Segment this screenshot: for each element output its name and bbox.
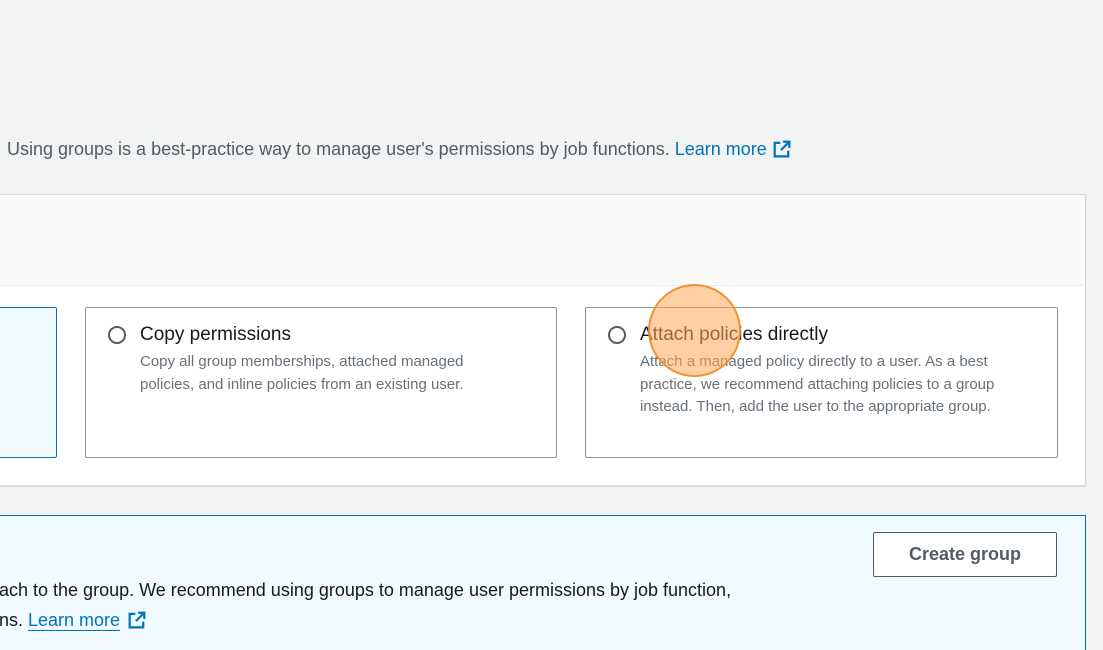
groups-learn-more-label: Learn more [28,610,121,630]
groups-learn-more-link[interactable]: Learn more [28,610,121,631]
permission-options-header [0,195,1085,286]
option-title-copy-permissions: Copy permissions [140,324,291,345]
option-tile-copy-permissions[interactable]: Copy permissions Copy all group membersh… [85,307,557,458]
option-description-copy-permissions: Copy all group memberships, attached man… [140,353,464,393]
groups-panel-line-2: ns. Learn more [0,605,731,635]
groups-panel-line-2-prefix: ns. [0,610,29,630]
option-tile-attach-policies[interactable]: Attach policies directly Attach a manage… [585,307,1058,458]
intro-text: Using groups is a best-practice way to m… [7,139,670,159]
option-tile-add-to-group[interactable] [0,307,57,458]
external-link-icon [128,611,146,629]
option-title-attach-policies: Attach policies directly [640,324,828,345]
radio-button-icon[interactable] [608,326,626,344]
intro-learn-more-label: Learn more [674,139,767,159]
option-description-attach-policies: Attach a managed policy directly to a us… [640,353,995,415]
intro-learn-more-link[interactable]: Learn more [675,139,791,159]
groups-panel-line-1: ach to the group. We recommend using gro… [0,580,732,600]
external-link-icon [773,140,791,158]
radio-button-icon[interactable] [108,326,126,344]
page: Using groups is a best-practice way to m… [0,0,1103,650]
create-group-button[interactable]: Create group [873,532,1057,577]
intro-paragraph: Using groups is a best-practice way to m… [7,139,791,160]
groups-panel-text: ach to the group. We recommend using gro… [0,575,731,635]
